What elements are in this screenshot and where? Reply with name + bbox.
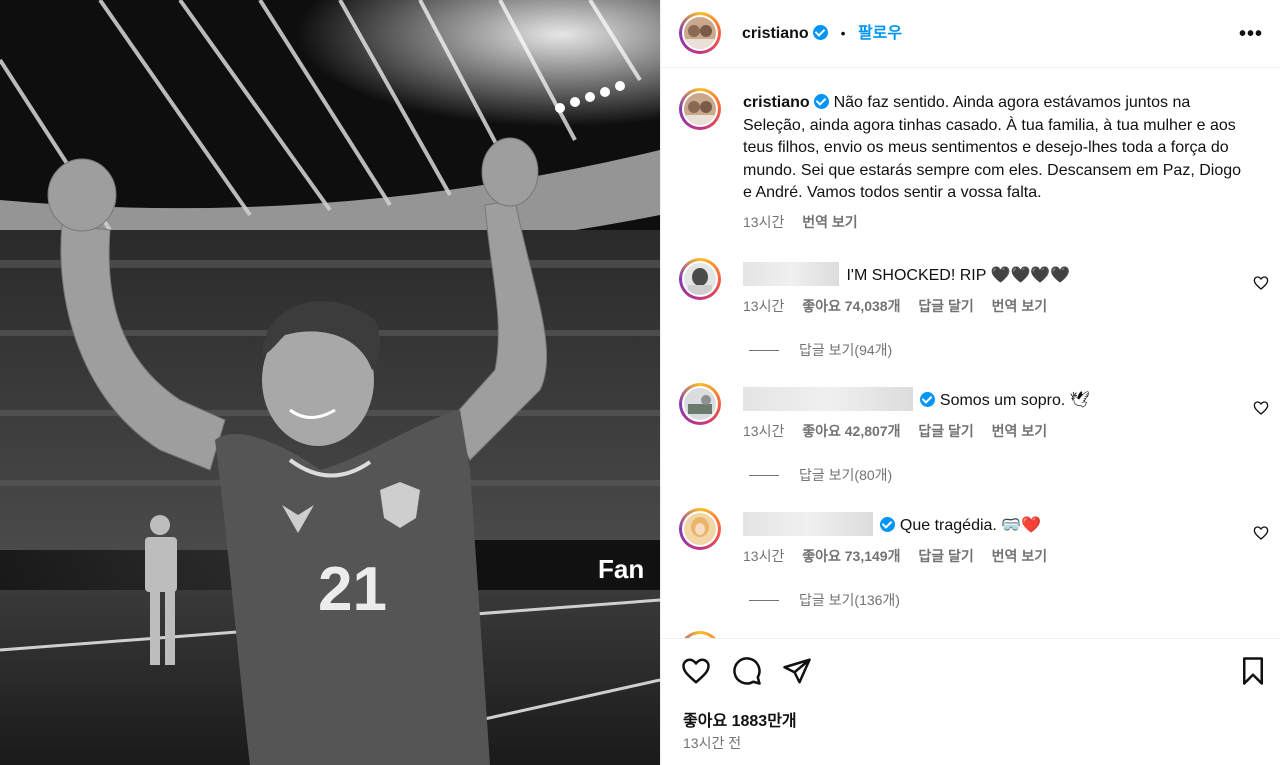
avatar-image	[684, 263, 716, 295]
comment-like-heart-icon[interactable]	[1253, 525, 1269, 541]
comment-avatar[interactable]	[679, 383, 721, 425]
translate-button[interactable]: 번역 보기	[992, 548, 1047, 564]
comment-item: Que tragédia. 🥽❤️ 13시간 좋아요 73,149개 답글 달기…	[743, 512, 1243, 566]
comment-text: I'M SHOCKED! RIP 🖤🖤🖤🖤	[846, 267, 1071, 284]
comment-like-heart-icon[interactable]	[1253, 400, 1269, 416]
blurred-username[interactable]	[743, 387, 913, 411]
avatar-image	[684, 513, 716, 545]
view-replies-label: 답글 보기(80개)	[799, 467, 893, 483]
replies-divider	[749, 350, 779, 351]
replies-divider	[749, 475, 779, 476]
author-username[interactable]: cristiano	[742, 25, 809, 42]
avatar-image	[684, 93, 716, 125]
translate-button[interactable]: 번역 보기	[992, 298, 1047, 314]
blurred-username[interactable]	[743, 262, 839, 286]
verified-badge-icon	[813, 25, 829, 40]
author-avatar[interactable]	[679, 12, 721, 54]
comment-avatar[interactable]	[679, 631, 721, 638]
reply-button[interactable]: 답글 달기	[918, 298, 973, 314]
comment-like-heart-icon[interactable]	[1253, 275, 1269, 291]
banner-text: Fan	[598, 554, 644, 584]
translate-button[interactable]: 번역 보기	[992, 423, 1047, 439]
like-count[interactable]: 좋아요 1883만개	[683, 707, 797, 731]
caption-text: Não faz sentido. Ainda agora estávamos j…	[743, 94, 1242, 201]
view-replies-label: 답글 보기(136개)	[799, 592, 900, 608]
comment-avatar[interactable]	[679, 258, 721, 300]
heart-icon[interactable]	[681, 656, 711, 686]
view-replies-button[interactable]: 답글 보기(136개)	[749, 590, 900, 610]
view-replies-button[interactable]: 답글 보기(94개)	[749, 340, 892, 360]
photo-illustration: Fan 21	[0, 0, 660, 765]
verified-badge-icon	[814, 94, 830, 109]
post-panel: cristiano • 팔로우 ••• cristiano Não faz se…	[660, 0, 1280, 765]
share-icon[interactable]	[782, 656, 812, 686]
comment-likes[interactable]: 좋아요 42,807개	[802, 423, 900, 439]
bookmark-icon[interactable]	[1238, 656, 1268, 686]
comment-time[interactable]: 13시간	[743, 423, 784, 439]
separator-dot: •	[840, 25, 846, 41]
comment-meta: 13시간 좋아요 74,038개 답글 달기 번역 보기	[743, 296, 1243, 316]
action-bar: 좋아요 1883만개 13시간 전	[661, 638, 1280, 765]
comment-avatar[interactable]	[679, 508, 721, 550]
verified-badge-icon	[920, 392, 936, 407]
comment-meta: 13시간 좋아요 73,149개 답글 달기 번역 보기	[743, 546, 1243, 566]
comment-meta: 13시간 좋아요 42,807개 답글 달기 번역 보기	[743, 421, 1243, 441]
jersey-number: 21	[318, 555, 387, 624]
comment-time[interactable]: 13시간	[743, 548, 784, 564]
post-header: cristiano • 팔로우 •••	[661, 0, 1280, 68]
comment-text: Somos um sopro. 🕊	[939, 392, 1091, 409]
replies-divider	[749, 600, 779, 601]
comment-item: Somos um sopro. 🕊 13시간 좋아요 42,807개 답글 달기…	[743, 387, 1243, 441]
view-replies-label: 답글 보기(94개)	[799, 342, 893, 358]
reply-button[interactable]: 답글 달기	[918, 423, 973, 439]
comment-likes[interactable]: 좋아요 73,149개	[802, 548, 900, 564]
verified-badge-icon	[880, 517, 896, 532]
caption-time[interactable]: 13시간	[743, 214, 784, 230]
caption: cristiano Não faz sentido. Ainda agora e…	[743, 92, 1253, 233]
avatar-image	[684, 388, 716, 420]
more-options-icon[interactable]: •••	[1239, 24, 1263, 44]
post-photo[interactable]: Fan 21	[0, 0, 660, 765]
author-line: cristiano • 팔로우	[742, 22, 902, 45]
post-time[interactable]: 13시간 전	[683, 733, 741, 753]
view-replies-button[interactable]: 답글 보기(80개)	[749, 465, 892, 485]
reply-button[interactable]: 답글 달기	[918, 548, 973, 564]
comment-icon[interactable]	[732, 656, 762, 686]
comment-item: I'M SHOCKED! RIP 🖤🖤🖤🖤 13시간 좋아요 74,038개 답…	[743, 262, 1243, 316]
caption-meta: 13시간 번역 보기	[743, 211, 1253, 234]
avatar-image	[684, 17, 716, 49]
comment-text: Que tragédia. 🥽❤️	[899, 517, 1042, 534]
caption-username[interactable]: cristiano	[743, 94, 810, 111]
caption-translate-button[interactable]: 번역 보기	[802, 214, 857, 230]
caption-avatar[interactable]	[679, 88, 721, 130]
follow-button[interactable]: 팔로우	[858, 25, 902, 42]
comment-time[interactable]: 13시간	[743, 298, 784, 314]
blurred-username[interactable]	[743, 512, 873, 536]
comment-likes[interactable]: 좋아요 74,038개	[802, 298, 900, 314]
comments-scroll-area[interactable]: cristiano Não faz sentido. Ainda agora e…	[661, 68, 1280, 638]
